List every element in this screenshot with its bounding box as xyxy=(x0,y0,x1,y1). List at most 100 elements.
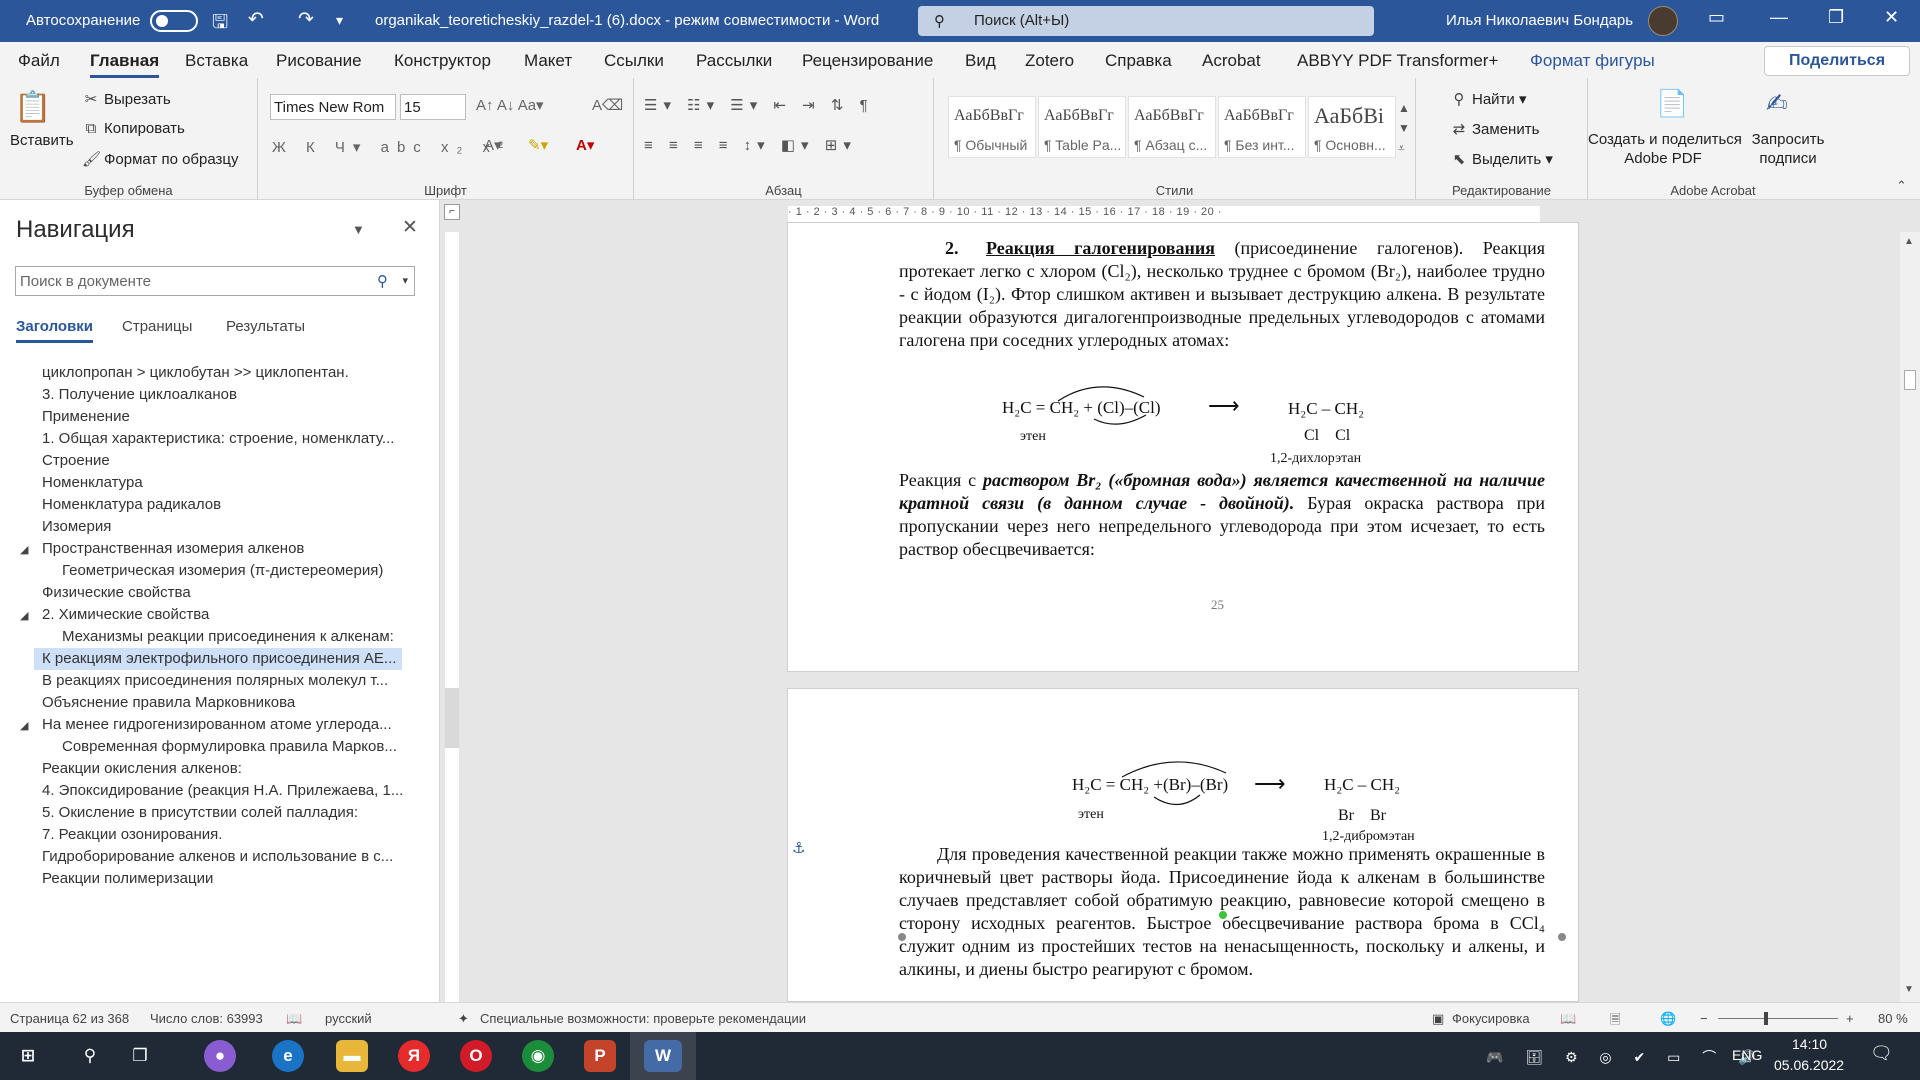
collapse-triangle-icon[interactable]: ◢ xyxy=(20,543,28,556)
style-table-paragraph[interactable]: АаБбВвГг ¶ Table Pa... xyxy=(1038,96,1126,158)
zoom-in-icon[interactable]: + xyxy=(1846,1011,1854,1026)
clock-date[interactable]: 05.06.2022 xyxy=(1774,1057,1844,1073)
web-layout-icon[interactable]: 🌐 xyxy=(1660,1011,1676,1027)
scroll-down-icon[interactable]: ▼ xyxy=(1904,984,1914,995)
find-button[interactable]: ⚲ Найти ▾ xyxy=(1450,90,1527,108)
style-list-paragraph[interactable]: АаБбВвГг ¶ Абзац с... xyxy=(1128,96,1216,158)
tab-zotero[interactable]: Zotero xyxy=(1025,51,1074,71)
nav-heading-item[interactable]: 7. Реакции озонирования. xyxy=(40,824,402,846)
language[interactable]: русский xyxy=(325,1011,372,1026)
shape-handle[interactable] xyxy=(1558,933,1566,941)
maximize-icon[interactable]: ❐ xyxy=(1828,7,1844,28)
tab-headings[interactable]: Заголовки xyxy=(16,318,94,343)
zoom-slider[interactable] xyxy=(1718,1018,1838,1019)
tab-results[interactable]: Результаты xyxy=(226,318,305,335)
scroll-thumb[interactable] xyxy=(1904,370,1916,390)
cut-button[interactable]: ✂ Вырезать xyxy=(82,90,171,108)
nav-heading-item[interactable]: Пространственная изомерия алкенов xyxy=(40,538,402,560)
nav-heading-item[interactable]: 4. Эпоксидирование (реакция Н.А. Прилежа… xyxy=(40,780,402,802)
minimize-icon[interactable]: — xyxy=(1770,7,1788,28)
app-icon[interactable]: ● xyxy=(204,1040,236,1072)
tab-abbyy[interactable]: ABBYY PDF Transformer+ xyxy=(1297,51,1498,71)
zoom-slider-thumb[interactable] xyxy=(1764,1012,1768,1025)
nav-heading-item[interactable]: 5. Окисление в присутствии солей паллади… xyxy=(40,802,402,824)
input-language[interactable]: ENG xyxy=(1732,1047,1762,1063)
style-body[interactable]: АаБбВі ¶ Основн... xyxy=(1308,96,1396,158)
user-name[interactable]: Илья Николаевич Бондарь xyxy=(1446,12,1633,29)
tab-file[interactable]: Файл xyxy=(18,51,60,71)
tab-review[interactable]: Рецензирование xyxy=(802,51,933,71)
nav-search-input[interactable]: Поиск в документе ⚲ ▾ xyxy=(15,266,415,296)
tab-shape-format[interactable]: Формат фигуры xyxy=(1530,51,1655,71)
chrome-icon[interactable]: ◉ xyxy=(522,1040,554,1072)
replace-button[interactable]: ⇄ Заменить xyxy=(1450,120,1540,138)
highlight-icon[interactable]: ✎▾ xyxy=(528,136,548,154)
styles-scroll-icon[interactable]: ▲ ▼ ⩡ xyxy=(1398,98,1410,158)
tab-home[interactable]: Главная xyxy=(90,51,160,78)
tab-selector[interactable]: ⌐ xyxy=(444,204,460,220)
powerpoint-icon[interactable]: P xyxy=(584,1040,616,1072)
collapse-triangle-icon[interactable]: ◢ xyxy=(20,609,28,622)
notifications-icon[interactable]: 🗨 xyxy=(1870,1043,1893,1064)
nav-heading-item[interactable]: циклопропан > циклобутан >> циклопентан. xyxy=(40,362,402,384)
tab-mailings[interactable]: Рассылки xyxy=(696,51,772,71)
align-buttons[interactable]: ≡ ≡ ≡ ≡ ↕▾ ◧▾ ⊞▾ xyxy=(644,136,857,154)
tab-view[interactable]: Вид xyxy=(965,51,996,71)
scroll-up-icon[interactable]: ▲ xyxy=(1904,236,1914,247)
avatar[interactable] xyxy=(1648,6,1678,36)
collapse-ribbon-icon[interactable]: ⌃ xyxy=(1896,178,1907,194)
nav-heading-item[interactable]: Современная формулировка правила Марков.… xyxy=(40,736,402,758)
copy-button[interactable]: ⧉ Копировать xyxy=(82,120,185,137)
nav-heading-item[interactable]: Объяснение правила Марковникова xyxy=(40,692,402,714)
page-26[interactable]: H₂C = CH₂ +(Br)–(Br) этен ⟶ H₂C – CH₂ Br… xyxy=(787,688,1579,1002)
word-count[interactable]: Число слов: 63993 xyxy=(150,1011,263,1026)
format-painter-button[interactable]: 🖌 Формат по образцу xyxy=(82,150,239,168)
tray-icons[interactable]: 🎮 🗄 ⚙ ◎ ✔ ▭ ⌒ 🔊 xyxy=(1486,1047,1765,1067)
tab-layout[interactable]: Макет xyxy=(524,51,572,71)
vertical-ruler[interactable] xyxy=(445,232,459,1002)
close-icon[interactable]: ✕ xyxy=(1884,7,1899,28)
style-normal[interactable]: АаБбВвГг ¶ Обычный xyxy=(948,96,1036,158)
font-family-combo[interactable]: Times New Rom xyxy=(270,94,396,120)
nav-heading-item[interactable]: 3. Получение циклоалканов xyxy=(40,384,402,406)
proofing-icon[interactable]: 📖 xyxy=(286,1011,302,1027)
nav-options-icon[interactable]: ▼ xyxy=(352,222,365,237)
font-size-combo[interactable]: 15 xyxy=(400,94,466,120)
rotate-handle[interactable] xyxy=(1219,911,1227,919)
tab-insert[interactable]: Вставка xyxy=(185,51,248,71)
request-signature-button[interactable]: Запросить подписи xyxy=(1738,130,1838,168)
nav-heading-item[interactable]: Геометрическая изомерия (π-дистереомерия… xyxy=(40,560,402,582)
zoom-out-icon[interactable]: − xyxy=(1700,1011,1708,1026)
shape-handle[interactable] xyxy=(898,933,906,941)
page-count[interactable]: Страница 62 из 368 xyxy=(10,1011,129,1026)
nav-close-icon[interactable]: ✕ xyxy=(402,216,418,239)
nav-heading-item[interactable]: К реакциям электрофильного присоединения… xyxy=(34,648,402,670)
page-25[interactable]: 2. Реакция галогенирования (присоединени… xyxy=(787,222,1579,672)
undo-icon[interactable]: ↶ xyxy=(248,8,264,31)
search-icon[interactable]: ⚲ xyxy=(377,272,388,290)
text-effects-icon[interactable]: A▾ xyxy=(484,136,502,154)
clear-format-icon[interactable]: A⌫ xyxy=(592,96,623,114)
customize-qat-icon[interactable]: ▾ xyxy=(336,12,343,29)
autosave-toggle[interactable] xyxy=(150,10,198,32)
nav-heading-item[interactable]: Механизмы реакции присоединения к алкена… xyxy=(40,626,402,648)
opera-icon[interactable]: O xyxy=(460,1040,492,1072)
paste-button[interactable]: Вставить xyxy=(10,132,74,149)
nav-heading-item[interactable]: Физические свойства xyxy=(40,582,402,604)
tab-help[interactable]: Справка xyxy=(1105,51,1172,71)
horizontal-ruler[interactable]: · 1 · 2 · 3 · 4 · 5 · 6 · 7 · 8 · 9 · 10… xyxy=(788,206,1540,222)
yandex-icon[interactable]: Я xyxy=(398,1040,430,1072)
nav-heading-item[interactable]: Реакции окисления алкенов: xyxy=(40,758,402,780)
vertical-scrollbar[interactable]: ▲ ▼ xyxy=(1900,232,1920,1002)
collapse-triangle-icon[interactable]: ◢ xyxy=(20,719,28,732)
nav-heading-item[interactable]: На менее гидрогенизированном атоме углер… xyxy=(40,714,402,736)
style-no-spacing[interactable]: АаБбВвГг ¶ Без инт... xyxy=(1218,96,1306,158)
nav-heading-item[interactable]: 1. Общая характеристика: строение, номен… xyxy=(40,428,402,450)
save-icon[interactable]: 🖫 xyxy=(212,8,228,40)
search-box[interactable]: ⚲ Поиск (Alt+Ы) xyxy=(918,6,1374,36)
tab-draw[interactable]: Рисование xyxy=(276,51,362,71)
focus-mode[interactable]: Фокусировка xyxy=(1452,1011,1530,1026)
nav-heading-item[interactable]: Номенклатура xyxy=(40,472,402,494)
windows-start-icon[interactable]: ⊞ xyxy=(12,1040,44,1072)
tab-design[interactable]: Конструктор xyxy=(394,51,491,71)
